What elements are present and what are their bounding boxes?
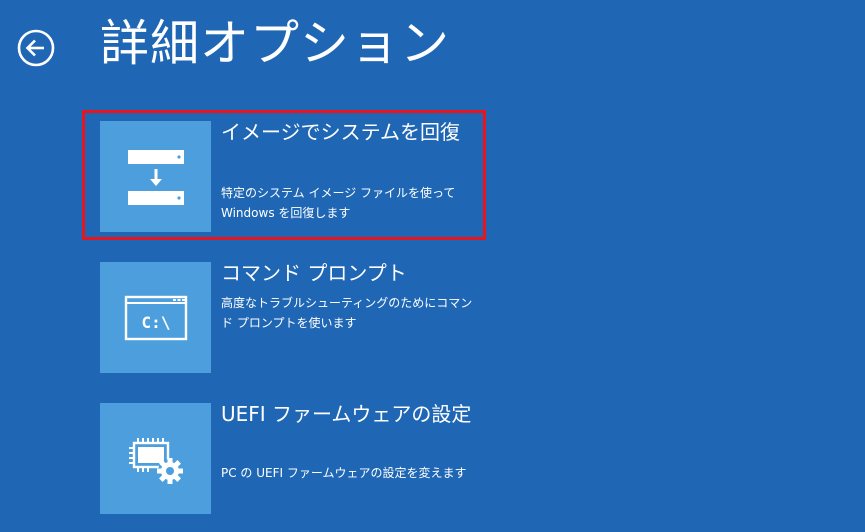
option-command-prompt[interactable]: C:\ コマンド プロンプト 高度なトラブルシューティングのためにコマンド プロ…	[100, 261, 480, 374]
option-tile[interactable]: C:\	[100, 262, 211, 373]
option-system-image-recovery[interactable]: イメージでシステムを回復 特定のシステム イメージ ファイルを使って Windo…	[100, 120, 480, 233]
advanced-options-screen: 詳細オプション イメージでシステムを回復 特定のシステム イメージ ファイルを使…	[0, 0, 865, 532]
option-title: UEFI ファームウェアの設定	[221, 402, 472, 426]
option-tile[interactable]	[100, 121, 211, 232]
arrow-left-circle-icon	[17, 29, 55, 67]
command-prompt-icon: C:\	[124, 295, 188, 341]
back-button[interactable]	[16, 28, 56, 68]
uefi-firmware-settings-icon	[129, 438, 183, 484]
system-image-restore-icon	[128, 150, 184, 205]
option-description: 特定のシステム イメージ ファイルを使って Windows を回復します	[221, 186, 456, 220]
option-title: イメージでシステムを回復	[221, 120, 460, 144]
option-uefi-firmware-settings[interactable]: UEFI ファームウェアの設定 PC の UEFI ファームウェアの設定を変えま…	[100, 402, 480, 515]
page-title: 詳細オプション	[100, 15, 451, 72]
option-title: コマンド プロンプト	[221, 261, 407, 285]
command-prompt-icon-text: C:\	[142, 313, 171, 332]
option-description: 高度なトラブルシューティングのためにコマンド プロンプトを使います	[221, 296, 473, 330]
option-tile[interactable]	[100, 403, 211, 514]
option-description: PC の UEFI ファームウェアの設定を変えます	[221, 466, 467, 480]
